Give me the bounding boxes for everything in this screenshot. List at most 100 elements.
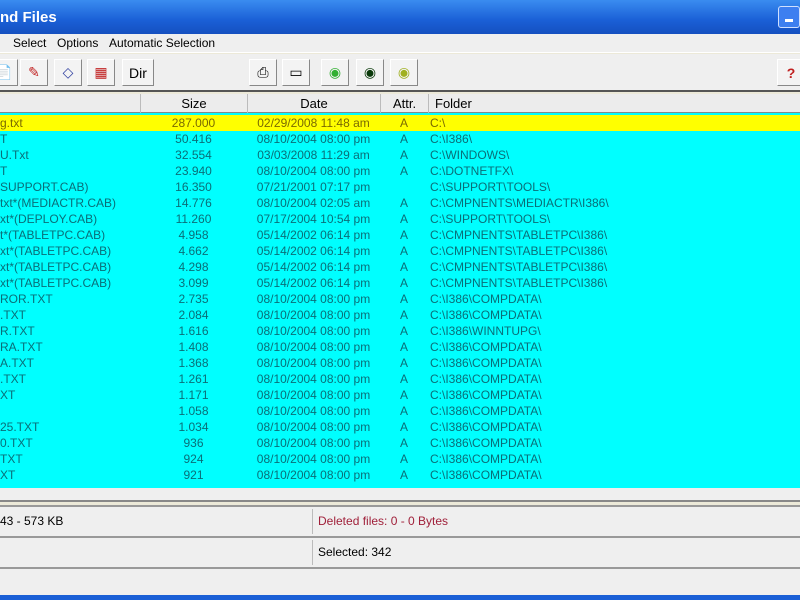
file-folder: C:\I386\COMPDATA\ bbox=[430, 372, 542, 386]
green-light-button[interactable]: ◉ bbox=[321, 59, 349, 86]
clean-button[interactable]: ✎ bbox=[20, 59, 48, 86]
document-button[interactable]: 📄 bbox=[0, 59, 18, 86]
file-folder: C:\CMPNENTS\TABLETPC\I386\ bbox=[430, 244, 608, 258]
file-attr: A bbox=[399, 404, 408, 418]
file-date: 08/10/2004 08:00 pm bbox=[256, 164, 371, 178]
file-date: 08/10/2004 08:00 pm bbox=[256, 340, 371, 354]
table-row[interactable]: xt*(TABLETPC.CAB) 4.662 05/14/2002 06:14 p… bbox=[0, 243, 800, 259]
file-size: 11.260 bbox=[175, 212, 212, 226]
table-row[interactable]: xt*(TABLETPC.CAB) 3.099 05/14/2002 06:14 p… bbox=[0, 275, 800, 291]
file-size: 1.368 bbox=[178, 356, 209, 370]
menu-automatic-selection[interactable]: Automatic Selection bbox=[109, 36, 215, 50]
file-name: xt*(DEPLOY.CAB) bbox=[0, 212, 98, 226]
file-date: 05/14/2002 06:14 pm bbox=[256, 276, 371, 290]
file-folder: C:\I386\COMPDATA\ bbox=[430, 420, 542, 434]
file-name: R.TXT bbox=[0, 324, 35, 338]
dir-label: Dir bbox=[129, 64, 147, 81]
file-folder: C:\I386\WINNTUPG\ bbox=[430, 324, 541, 338]
dark-light-button[interactable]: ◉ bbox=[356, 59, 384, 86]
header-folder[interactable]: Folder bbox=[428, 94, 800, 113]
file-date: 03/03/2008 11:29 am bbox=[257, 148, 370, 162]
file-list[interactable]: g.txt 287.000 02/29/2008 11:48 am A C:\ T 50.4… bbox=[0, 113, 800, 488]
dir-button[interactable]: Dir bbox=[122, 59, 154, 86]
header-name[interactable] bbox=[0, 94, 140, 113]
file-size: 32.554 bbox=[175, 148, 212, 162]
menu-options[interactable]: Options bbox=[57, 36, 98, 50]
file-size: 1.058 bbox=[178, 404, 209, 418]
header-attr[interactable]: Attr. bbox=[380, 94, 428, 113]
eraser-icon: ◇ bbox=[62, 64, 74, 80]
dark-light-icon: ◉ bbox=[363, 64, 377, 80]
table-row[interactable]: U.Txt 32.554 03/03/2008 11:29 am A C:\WINDOW… bbox=[0, 147, 800, 163]
table-row[interactable]: t*(TABLETPC.CAB) 4.958 05/14/2002 06:14 pm… bbox=[0, 227, 800, 243]
view-button[interactable]: ▭ bbox=[282, 59, 310, 86]
file-date: 07/21/2001 07:17 pm bbox=[256, 180, 371, 194]
file-folder: C:\I386\COMPDATA\ bbox=[430, 436, 542, 450]
print-button[interactable]: ⎙ bbox=[249, 59, 277, 86]
table-row[interactable]: RA.TXT 1.408 08/10/2004 08:00 pm A C:\I386\C… bbox=[0, 339, 800, 355]
file-date: 08/10/2004 08:00 pm bbox=[256, 468, 371, 482]
table-row[interactable]: xt*(DEPLOY.CAB) 11.260 07/17/2004 10:54 pm… bbox=[0, 211, 800, 227]
file-attr: A bbox=[399, 292, 408, 306]
status-bar-3 bbox=[0, 567, 800, 595]
brush-icon: ✎ bbox=[28, 64, 40, 80]
file-folder: C:\I386\COMPDATA\ bbox=[430, 340, 542, 354]
file-size: 4.298 bbox=[178, 260, 209, 274]
file-attr: A bbox=[399, 148, 408, 162]
file-folder: C:\I386\COMPDATA\ bbox=[430, 308, 542, 322]
table-row[interactable]: 25.TXT 1.034 08/10/2004 08:00 pm A C:\I386\C… bbox=[0, 419, 800, 435]
table-row[interactable]: g.txt 287.000 02/29/2008 11:48 am A C:\ bbox=[0, 115, 800, 131]
film-button[interactable]: ▦ bbox=[87, 59, 115, 86]
help-button[interactable]: ? bbox=[777, 59, 800, 86]
file-size: 4.662 bbox=[178, 244, 209, 258]
table-row[interactable]: T 50.416 08/10/2004 08:00 pm A C:\I386\ bbox=[0, 131, 800, 147]
table-row[interactable]: txt*(MEDIACTR.CAB) 14.776 08/10/2004 02:05… bbox=[0, 195, 800, 211]
table-row[interactable]: A.TXT 1.368 08/10/2004 08:00 pm A C:\I386\CO… bbox=[0, 355, 800, 371]
file-folder: C:\CMPNENTS\TABLETPC\I386\ bbox=[430, 260, 608, 274]
file-folder: C:\DOTNETFX\ bbox=[430, 164, 514, 178]
file-size: 924 bbox=[183, 452, 204, 466]
file-date: 07/17/2004 10:54 pm bbox=[256, 212, 371, 226]
eraser-button[interactable]: ◇ bbox=[54, 59, 82, 86]
file-attr: A bbox=[399, 452, 408, 466]
table-row[interactable]: T 23.940 08/10/2004 08:00 pm A C:\DOTNETFX\ bbox=[0, 163, 800, 179]
file-date: 08/10/2004 08:00 pm bbox=[256, 436, 371, 450]
table-row[interactable]: ROR.TXT 2.735 08/10/2004 08:00 pm A C:\I386\… bbox=[0, 291, 800, 307]
table-row[interactable]: 0.TXT 936 08/10/2004 08:00 pm A C:\I386\COMP… bbox=[0, 435, 800, 451]
file-name: T bbox=[0, 164, 8, 178]
document-icon: 📄 bbox=[0, 64, 13, 80]
table-row[interactable]: SUPPORT.CAB) 16.350 07/21/2001 07:17 pm C:\… bbox=[0, 179, 800, 195]
status-bar-1: 43 - 573 KB Deleted files: 0 - 0 Bytes bbox=[0, 505, 800, 536]
menu-select[interactable]: Select bbox=[13, 36, 46, 50]
file-attr: A bbox=[399, 356, 408, 370]
file-date: 08/10/2004 08:00 pm bbox=[256, 292, 371, 306]
file-name: xt*(TABLETPC.CAB) bbox=[0, 244, 112, 258]
file-size: 936 bbox=[183, 436, 204, 450]
horizontal-scrollbar[interactable] bbox=[0, 488, 800, 502]
status-divider bbox=[312, 540, 313, 565]
table-row[interactable]: TXT 924 08/10/2004 08:00 pm A C:\I386\COMPDA… bbox=[0, 451, 800, 467]
table-row[interactable]: 1.058 08/10/2004 08:00 pm A C:\I386\COMPDAT… bbox=[0, 403, 800, 419]
header-size[interactable]: Size bbox=[140, 94, 247, 113]
file-attr: A bbox=[399, 324, 408, 338]
table-row[interactable]: .TXT 1.261 08/10/2004 08:00 pm A C:\I386\COM… bbox=[0, 371, 800, 387]
file-name: txt*(MEDIACTR.CAB) bbox=[0, 196, 117, 210]
table-row[interactable]: XT 1.171 08/10/2004 08:00 pm A C:\I386\COMPD… bbox=[0, 387, 800, 403]
title-bar: nd Files bbox=[0, 0, 800, 34]
table-row[interactable]: xt*(TABLETPC.CAB) 4.298 05/14/2002 06:14 p… bbox=[0, 259, 800, 275]
file-folder: C:\I386\COMPDATA\ bbox=[430, 356, 542, 370]
window-icon: ▭ bbox=[289, 64, 303, 80]
yellow-light-button[interactable]: ◉ bbox=[390, 59, 418, 86]
file-size: 1.034 bbox=[178, 420, 209, 434]
status-divider bbox=[312, 509, 313, 534]
minimize-button[interactable] bbox=[778, 6, 800, 28]
table-row[interactable]: R.TXT 1.616 08/10/2004 08:00 pm A C:\I386\WI… bbox=[0, 323, 800, 339]
yellow-light-icon: ◉ bbox=[397, 64, 411, 80]
deleted-files: Deleted files: 0 - 0 Bytes bbox=[318, 514, 449, 528]
table-row[interactable]: .TXT 2.084 08/10/2004 08:00 pm A C:\I386\COM… bbox=[0, 307, 800, 323]
file-date: 08/10/2004 08:00 pm bbox=[256, 388, 371, 402]
file-date: 08/10/2004 08:00 pm bbox=[256, 356, 371, 370]
file-attr: A bbox=[399, 276, 408, 290]
table-row[interactable]: XT 921 08/10/2004 08:00 pm A C:\I386\COMPDAT… bbox=[0, 467, 800, 483]
header-date[interactable]: Date bbox=[247, 94, 380, 113]
